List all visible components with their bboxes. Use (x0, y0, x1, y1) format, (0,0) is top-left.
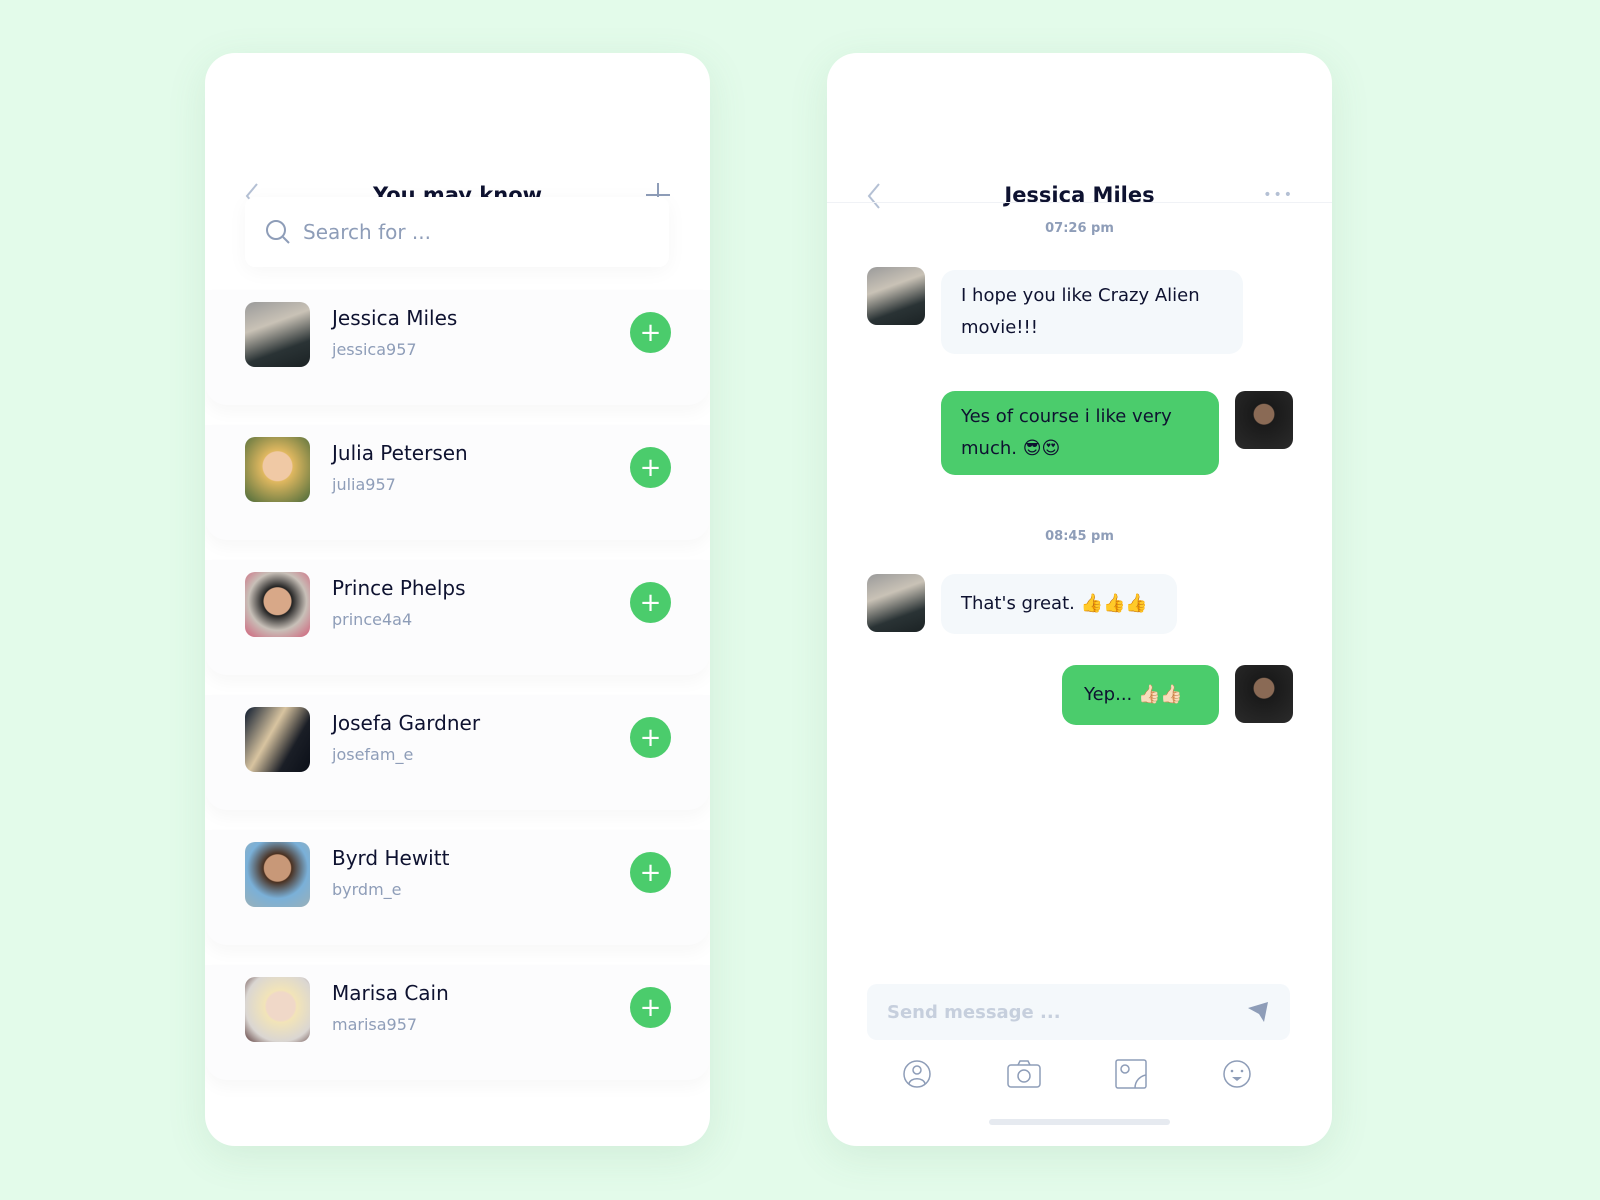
search-input[interactable]: Search for ... (245, 197, 669, 267)
contact-username: julia957 (332, 475, 396, 494)
add-contact-button[interactable]: + (630, 852, 671, 893)
contact-name: Jessica Miles (332, 306, 458, 330)
avatar (245, 572, 310, 637)
contact-row[interactable]: Prince Phelps prince4a4 + (205, 560, 710, 675)
avatar (1235, 665, 1293, 723)
message-bubble: That's great. 👍👍👍 (941, 574, 1177, 634)
contact-name: Josefa Gardner (332, 711, 481, 735)
contact-name: Julia Petersen (332, 441, 468, 465)
contact-row[interactable]: Josefa Gardner josefam_e + (205, 695, 710, 810)
more-options-icon[interactable]: ••• (1263, 187, 1294, 203)
contact-username: marisa957 (332, 1015, 418, 1034)
header-divider (827, 202, 1332, 203)
message-bubble: I hope you like Crazy Alien movie!!! (941, 270, 1243, 354)
chat-screen: Jessica Miles ••• 07:26 pm I hope you li… (827, 53, 1332, 1146)
contact-row[interactable]: Jessica Miles jessica957 + (205, 290, 710, 405)
search-placeholder: Search for ... (303, 220, 431, 244)
contact-row[interactable]: Marisa Cain marisa957 + (205, 965, 710, 1080)
timestamp: 08:45 pm (1045, 529, 1114, 544)
timestamp: 07:26 pm (1045, 221, 1114, 236)
avatar (245, 842, 310, 907)
message-input[interactable]: Send message ... (867, 984, 1290, 1040)
add-contact-button[interactable]: + (630, 447, 671, 488)
contact-row[interactable]: Byrd Hewitt byrdm_e + (205, 830, 710, 945)
contact-icon[interactable] (902, 1059, 932, 1089)
message-placeholder: Send message ... (887, 1001, 1061, 1023)
chat-toolbar (902, 1059, 1252, 1089)
contact-username: byrdm_e (332, 880, 402, 899)
avatar (245, 302, 310, 367)
avatar (1235, 391, 1293, 449)
avatar (245, 977, 310, 1042)
add-contact-button[interactable]: + (630, 312, 671, 353)
contact-name: Marisa Cain (332, 981, 449, 1005)
add-contact-button[interactable]: + (630, 987, 671, 1028)
image-icon[interactable] (1115, 1059, 1148, 1089)
contact-username: prince4a4 (332, 610, 413, 629)
contact-username: josefam_e (332, 745, 414, 764)
avatar (245, 437, 310, 502)
camera-icon[interactable] (1006, 1059, 1041, 1089)
search-icon (266, 220, 290, 244)
contact-row[interactable]: Julia Petersen julia957 + (205, 425, 710, 540)
contact-name: Prince Phelps (332, 576, 466, 600)
message-bubble: Yes of course i like very much. 😎😍 (941, 391, 1219, 475)
home-indicator (989, 1119, 1170, 1125)
contact-name: Byrd Hewitt (332, 846, 450, 870)
message-bubble: Yep... 👍🏻👍🏻 (1062, 665, 1219, 725)
emoji-icon[interactable] (1222, 1059, 1252, 1089)
contact-username: jessica957 (332, 340, 417, 359)
add-contact-button[interactable]: + (630, 717, 671, 758)
add-contact-button[interactable]: + (630, 582, 671, 623)
avatar (867, 574, 925, 632)
avatar (245, 707, 310, 772)
chat-title: Jessica Miles (1004, 183, 1155, 207)
avatar (867, 267, 925, 325)
contacts-screen: You may know Search for ... Jessica Mile… (205, 53, 710, 1146)
send-icon[interactable] (1246, 1000, 1270, 1024)
